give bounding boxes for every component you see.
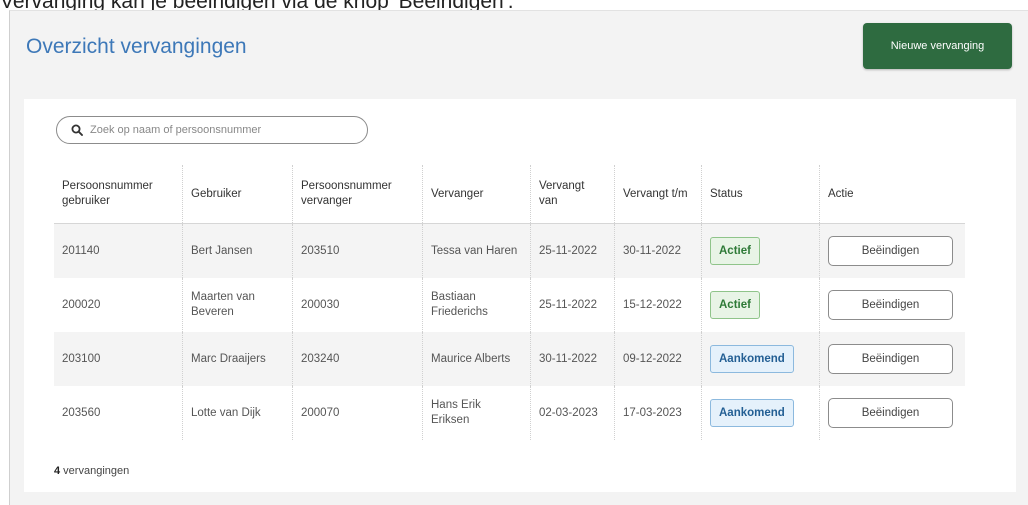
cell-substitute-id: 203510 (292, 223, 423, 278)
cell-status: Aankomend (701, 332, 820, 386)
cell-until: 17-03-2023 (614, 386, 702, 440)
replacement-count: 4 vervangingen (54, 465, 129, 477)
status-badge: Actief (710, 237, 760, 265)
column-header-substitute: Vervanger (422, 165, 531, 224)
column-header-user: Gebruiker (182, 165, 293, 224)
column-header-user-id: Persoonsnummer gebruiker (54, 165, 183, 224)
cell-action: Beëindigen (819, 332, 965, 386)
cell-action: Beëindigen (819, 223, 965, 278)
status-badge: Actief (710, 291, 760, 319)
search-input[interactable] (90, 124, 350, 136)
cell-from: 25-11-2022 (530, 223, 615, 278)
table-row: 203100 Marc Draaijers 203240 Maurice Alb… (54, 332, 965, 386)
column-header-from: Vervangt van (530, 165, 615, 224)
cell-status: Actief (701, 278, 820, 332)
cell-substitute-id: 200070 (292, 386, 423, 440)
cell-substitute-id: 203240 (292, 332, 423, 386)
cell-user: Lotte van Dijk (182, 386, 293, 440)
column-header-substitute-id: Persoonsnummer vervanger (292, 165, 423, 224)
table-row: 200020 Maarten van Beveren 200030 Bastia… (54, 278, 965, 332)
cell-user: Bert Jansen (182, 223, 293, 278)
column-header-until: Vervangt t/m (614, 165, 702, 224)
cell-substitute: Bastiaan Friederichs (422, 278, 531, 332)
replacement-count-label: vervangingen (60, 465, 130, 477)
new-replacement-button[interactable]: Nieuwe vervanging (863, 23, 1012, 69)
cell-until: 15-12-2022 (614, 278, 702, 332)
cell-user-id: 200020 (62, 298, 101, 311)
replacements-panel: Overzicht vervangingen Nieuwe vervanging… (9, 10, 1028, 505)
search-icon (71, 124, 83, 136)
cell-from: 30-11-2022 (530, 332, 615, 386)
end-replacement-button[interactable]: Beëindigen (828, 398, 953, 428)
cell-user-id: 203100 (54, 332, 183, 386)
cell-action: Beëindigen (819, 386, 965, 440)
cell-from: 25-11-2022 (530, 278, 615, 332)
end-replacement-button[interactable]: Beëindigen (828, 236, 953, 266)
column-header-action: Actie (819, 165, 965, 224)
cell-from: 02-03-2023 (530, 386, 615, 440)
replacements-table: Persoonsnummer gebruiker Gebruiker Perso… (54, 165, 965, 440)
cell-until: 30-11-2022 (614, 223, 702, 278)
end-replacement-button[interactable]: Beëindigen (828, 344, 953, 374)
replacements-card: Persoonsnummer gebruiker Gebruiker Perso… (24, 99, 1016, 492)
cell-until: 09-12-2022 (614, 332, 702, 386)
cell-status: Aankomend (701, 386, 820, 440)
search-box[interactable] (56, 116, 368, 144)
table-row: 203560 Lotte van Dijk 200070 Hans Erik E… (54, 386, 965, 440)
cell-user-id: 203560 (62, 406, 101, 419)
column-header-status: Status (701, 165, 820, 224)
cell-status: Actief (701, 223, 820, 278)
status-badge: Aankomend (710, 399, 794, 427)
cell-user-id: 201140 (54, 223, 183, 278)
end-replacement-button[interactable]: Beëindigen (828, 290, 953, 320)
cell-user: Marc Draaijers (182, 332, 293, 386)
cell-substitute: Tessa van Haren (422, 223, 531, 278)
cell-substitute: Hans Erik Eriksen (422, 386, 531, 440)
table-header-row: Persoonsnummer gebruiker Gebruiker Perso… (54, 165, 965, 224)
cell-user: Maarten van Beveren (182, 278, 293, 332)
page-title: Overzicht vervangingen (26, 35, 247, 58)
cell-substitute-id: 200030 (292, 278, 423, 332)
cell-substitute: Maurice Alberts (422, 332, 531, 386)
table-row: 201140 Bert Jansen 203510 Tessa van Hare… (54, 223, 965, 278)
cell-action: Beëindigen (819, 278, 965, 332)
status-badge: Aankomend (710, 345, 794, 373)
